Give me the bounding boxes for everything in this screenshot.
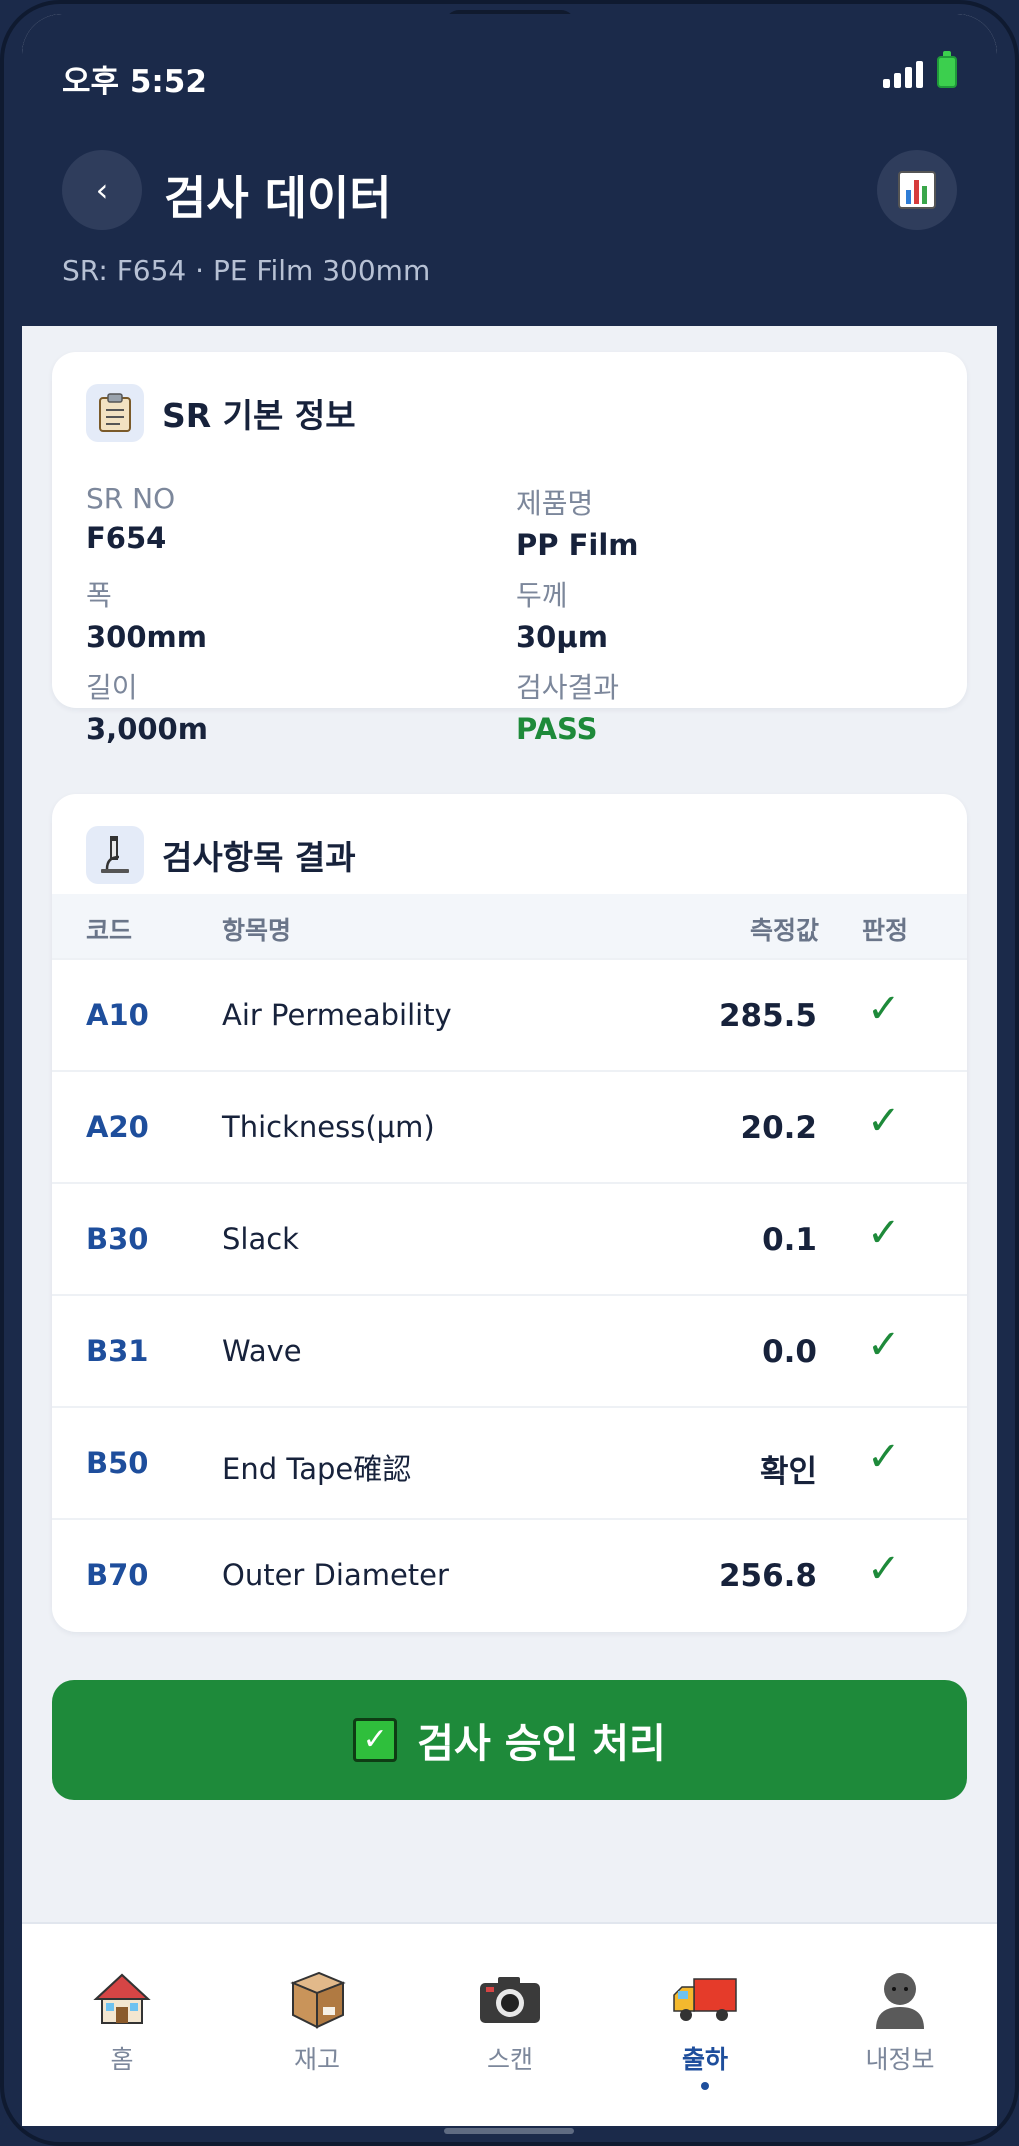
bar-chart-icon <box>898 171 936 209</box>
row-name: Thickness(μm) <box>222 1110 435 1144</box>
page-subtitle: SR: F654 · PE Film 300mm <box>62 254 431 287</box>
truck-icon <box>635 1964 775 2034</box>
camera-icon <box>440 1964 580 2034</box>
nav-label: 스캔 <box>486 2045 533 2074</box>
active-indicator <box>701 2082 709 2090</box>
check-icon: ✓ <box>867 1098 901 1144</box>
row-code: A10 <box>86 998 149 1032</box>
box-icon <box>247 1964 387 2034</box>
home-indicator[interactable] <box>444 2128 574 2134</box>
checkbox-icon: ✓ <box>353 1718 398 1762</box>
row-code: B70 <box>86 1558 149 1592</box>
person-icon <box>830 1964 970 2034</box>
row-name: Slack <box>222 1222 299 1256</box>
info-label: 길이 <box>86 671 138 704</box>
info-value: F654 <box>86 521 167 555</box>
info-width: 폭 300mm <box>86 574 506 654</box>
table-row[interactable]: B30 Slack 0.1 ✓ <box>52 1182 967 1294</box>
row-code: B31 <box>86 1334 149 1368</box>
check-icon: ✓ <box>867 1546 901 1592</box>
info-label: 폭 <box>86 579 112 612</box>
nav-label: 재고 <box>293 2045 340 2074</box>
check-icon: ✓ <box>867 1322 901 1368</box>
nav-label: 홈 <box>110 2045 134 2074</box>
info-value: 3,000m <box>86 712 208 746</box>
results-title: 검사항목 결과 <box>162 838 356 877</box>
col-code: 코드 <box>86 916 133 945</box>
check-icon: ✓ <box>867 1210 901 1256</box>
battery-icon <box>937 51 957 88</box>
row-value: 20.2 <box>740 1110 818 1146</box>
results-table-header: 코드 항목명 측정값 판정 <box>52 894 967 958</box>
col-judge: 판정 <box>862 916 909 945</box>
approve-inspection-button[interactable]: ✓ 검사 승인 처리 <box>52 1680 967 1800</box>
info-value: 300mm <box>86 620 207 654</box>
screen: 오후 5:52 ‹ 검사 데이터 SR: F654 · PE Film 300m… <box>22 14 997 2126</box>
nav-item-home[interactable]: 홈 <box>52 1964 192 2076</box>
info-sr-no: SR NO F654 <box>86 482 506 555</box>
info-label: 제품명 <box>516 487 594 520</box>
pass-status-value: PASS <box>516 712 598 746</box>
info-value: PP Film <box>516 528 639 562</box>
results-card-header: 검사항목 결과 <box>86 826 356 884</box>
col-name: 항목명 <box>222 916 292 945</box>
table-row[interactable]: B31 Wave 0.0 ✓ <box>52 1294 967 1406</box>
info-label: 검사결과 <box>516 671 620 704</box>
table-row[interactable]: B70 Outer Diameter 256.8 ✓ <box>52 1518 967 1630</box>
chart-button[interactable] <box>877 150 957 230</box>
signal-icon <box>883 60 923 88</box>
table-row[interactable]: A20 Thickness(μm) 20.2 ✓ <box>52 1070 967 1182</box>
row-name: Air Permeability <box>222 998 452 1032</box>
table-row[interactable]: B50 End Tape確認 확인 ✓ <box>52 1406 967 1518</box>
status-time: 오후 5:52 <box>62 64 207 100</box>
header: 오후 5:52 ‹ 검사 데이터 SR: F654 · PE Film 300m… <box>22 14 997 326</box>
info-length: 길이 3,000m <box>86 666 506 746</box>
nav-label: 내정보 <box>865 2045 935 2074</box>
approve-button-label: 검사 승인 처리 <box>417 1721 666 1767</box>
check-icon: ✓ <box>867 986 901 1032</box>
sr-info-card-header: SR 기본 정보 <box>86 384 356 442</box>
row-code: B50 <box>86 1446 149 1480</box>
page-title: 검사 데이터 <box>164 171 392 225</box>
row-name: Outer Diameter <box>222 1558 449 1592</box>
info-value: 30μm <box>516 620 608 654</box>
nav-label: 출하 <box>681 2045 728 2074</box>
bottom-nav: 홈 재고 스캔 출하 내정보 <box>22 1922 997 2126</box>
row-code: A20 <box>86 1110 149 1144</box>
row-value: 0.1 <box>762 1222 817 1258</box>
nav-item-inventory[interactable]: 재고 <box>247 1964 387 2076</box>
row-value: 0.0 <box>762 1334 817 1370</box>
info-inspection-result: 검사결과 PASS <box>516 666 936 746</box>
back-button[interactable]: ‹ <box>62 150 142 230</box>
results-card: 검사항목 결과 코드 항목명 측정값 판정 A10 Air Permeabili… <box>52 794 967 1632</box>
row-code: B30 <box>86 1222 149 1256</box>
check-icon: ✓ <box>867 1434 901 1480</box>
row-value: 285.5 <box>718 998 817 1034</box>
status-icons <box>883 51 957 88</box>
row-name: Wave <box>222 1334 302 1368</box>
nav-item-shipping[interactable]: 출하 <box>635 1964 775 2090</box>
info-product-name: 제품명 PP Film <box>516 482 936 562</box>
info-label: SR NO <box>86 482 176 515</box>
info-label: 두께 <box>516 579 568 612</box>
nav-item-my-info[interactable]: 내정보 <box>830 1964 970 2076</box>
sr-info-title: SR 기본 정보 <box>162 396 356 435</box>
clipboard-icon <box>86 384 144 442</box>
nav-item-scan[interactable]: 스캔 <box>440 1964 580 2076</box>
col-value: 측정값 <box>749 916 819 945</box>
info-thickness: 두께 30μm <box>516 574 936 654</box>
table-row[interactable]: A10 Air Permeability 285.5 ✓ <box>52 958 967 1070</box>
row-value: 확인 <box>759 1454 817 1490</box>
microscope-icon <box>86 826 144 884</box>
home-icon <box>52 1964 192 2034</box>
sr-info-card: SR 기본 정보 SR NO F654 제품명 PP Film 폭 300mm … <box>52 352 967 746</box>
row-name: End Tape確認 <box>222 1452 412 1486</box>
row-value: 256.8 <box>718 1558 817 1594</box>
